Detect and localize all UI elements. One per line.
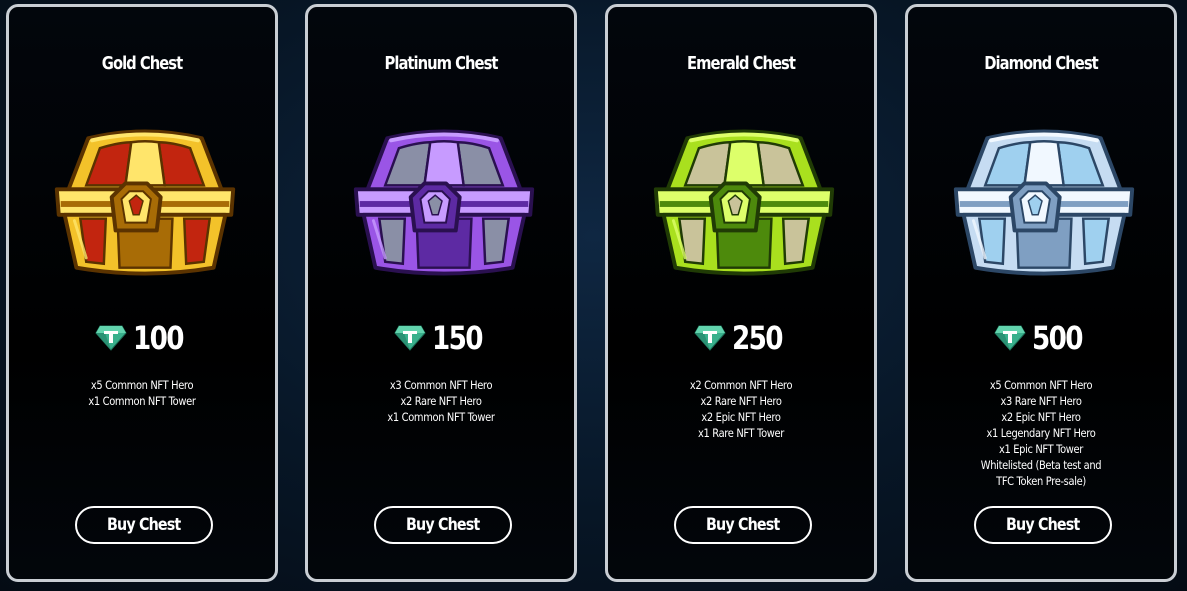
buy-chest-button[interactable]: Buy Chest bbox=[374, 506, 512, 544]
rewards-list: x5 Common NFT Hero x1 Common NFT Tower bbox=[53, 377, 230, 409]
rewards-list: x2 Common NFT Hero x2 Rare NFT Hero x2 Epi… bbox=[652, 377, 829, 441]
buy-chest-button[interactable]: Buy Chest bbox=[75, 506, 213, 544]
chest-card: Diamond Chest 500 x5 Common NFT Hero x3 R… bbox=[905, 4, 1177, 582]
tether-gem-icon bbox=[95, 325, 127, 351]
chest-title: Emerald Chest bbox=[687, 53, 796, 74]
emerald-chest-icon[interactable] bbox=[646, 119, 842, 289]
rewards-list: x3 Common NFT Hero x2 Rare NFT Hero x1 Com… bbox=[352, 377, 529, 425]
chest-title: Diamond Chest bbox=[984, 53, 1098, 74]
price-row: 500 bbox=[908, 319, 1174, 357]
reward-item: x2 Rare NFT Hero bbox=[400, 394, 482, 408]
chest-card: Gold Chest 100 x5 Common NFT Hero x1 Comm… bbox=[6, 4, 278, 582]
price-value: 100 bbox=[133, 319, 184, 357]
reward-item: TFC Token Pre-sale) bbox=[996, 474, 1086, 488]
buy-chest-label: Buy Chest bbox=[406, 515, 480, 535]
diamond-chest-icon[interactable] bbox=[946, 119, 1142, 289]
price-value: 150 bbox=[432, 319, 483, 357]
chest-title: Gold Chest bbox=[101, 53, 183, 74]
price-value: 500 bbox=[1032, 319, 1083, 357]
reward-item: x5 Common NFT Hero bbox=[90, 378, 194, 392]
chest-title: Platinum Chest bbox=[384, 53, 499, 74]
reward-item: x3 Rare NFT Hero bbox=[1000, 394, 1082, 408]
buy-chest-label: Buy Chest bbox=[1006, 515, 1080, 535]
reward-item: x2 Rare NFT Hero bbox=[700, 394, 782, 408]
tether-gem-icon bbox=[994, 325, 1026, 351]
chest-shop: Gold Chest 100 x5 Common NFT Hero x1 Comm… bbox=[0, 0, 1187, 591]
tether-gem-icon bbox=[394, 325, 426, 351]
buy-chest-label: Buy Chest bbox=[107, 515, 181, 535]
price-value: 250 bbox=[732, 319, 783, 357]
buy-chest-button[interactable]: Buy Chest bbox=[674, 506, 812, 544]
price-row: 250 bbox=[608, 319, 874, 357]
platinum-chest-icon[interactable] bbox=[346, 119, 542, 289]
reward-item: x1 Common NFT Tower bbox=[387, 410, 495, 424]
buy-chest-label: Buy Chest bbox=[706, 515, 780, 535]
reward-item: x1 Common NFT Tower bbox=[88, 394, 196, 408]
reward-item: x3 Common NFT Hero bbox=[389, 378, 493, 392]
reward-item: x1 Rare NFT Tower bbox=[698, 426, 784, 440]
reward-item: x1 Epic NFT Tower bbox=[998, 442, 1084, 456]
gold-chest-icon[interactable] bbox=[47, 119, 243, 289]
tether-gem-icon bbox=[694, 325, 726, 351]
reward-item: x2 Epic NFT Hero bbox=[1001, 410, 1081, 424]
rewards-list: x5 Common NFT Hero x3 Rare NFT Hero x2 Epi… bbox=[952, 377, 1129, 489]
buy-chest-button[interactable]: Buy Chest bbox=[974, 506, 1112, 544]
reward-item: x2 Epic NFT Hero bbox=[701, 410, 781, 424]
reward-item: x2 Common NFT Hero bbox=[689, 378, 793, 392]
chest-card: Platinum Chest 150 x3 Common NFT Hero x2 … bbox=[305, 4, 577, 582]
chest-card: Emerald Chest 250 x2 Common NFT Hero x2 R… bbox=[605, 4, 877, 582]
reward-item: x1 Legendary NFT Hero bbox=[986, 426, 1096, 440]
price-row: 150 bbox=[308, 319, 574, 357]
reward-item: x5 Common NFT Hero bbox=[989, 378, 1093, 392]
price-row: 100 bbox=[9, 319, 275, 357]
reward-item: Whitelisted (Beta test and bbox=[980, 458, 1102, 472]
